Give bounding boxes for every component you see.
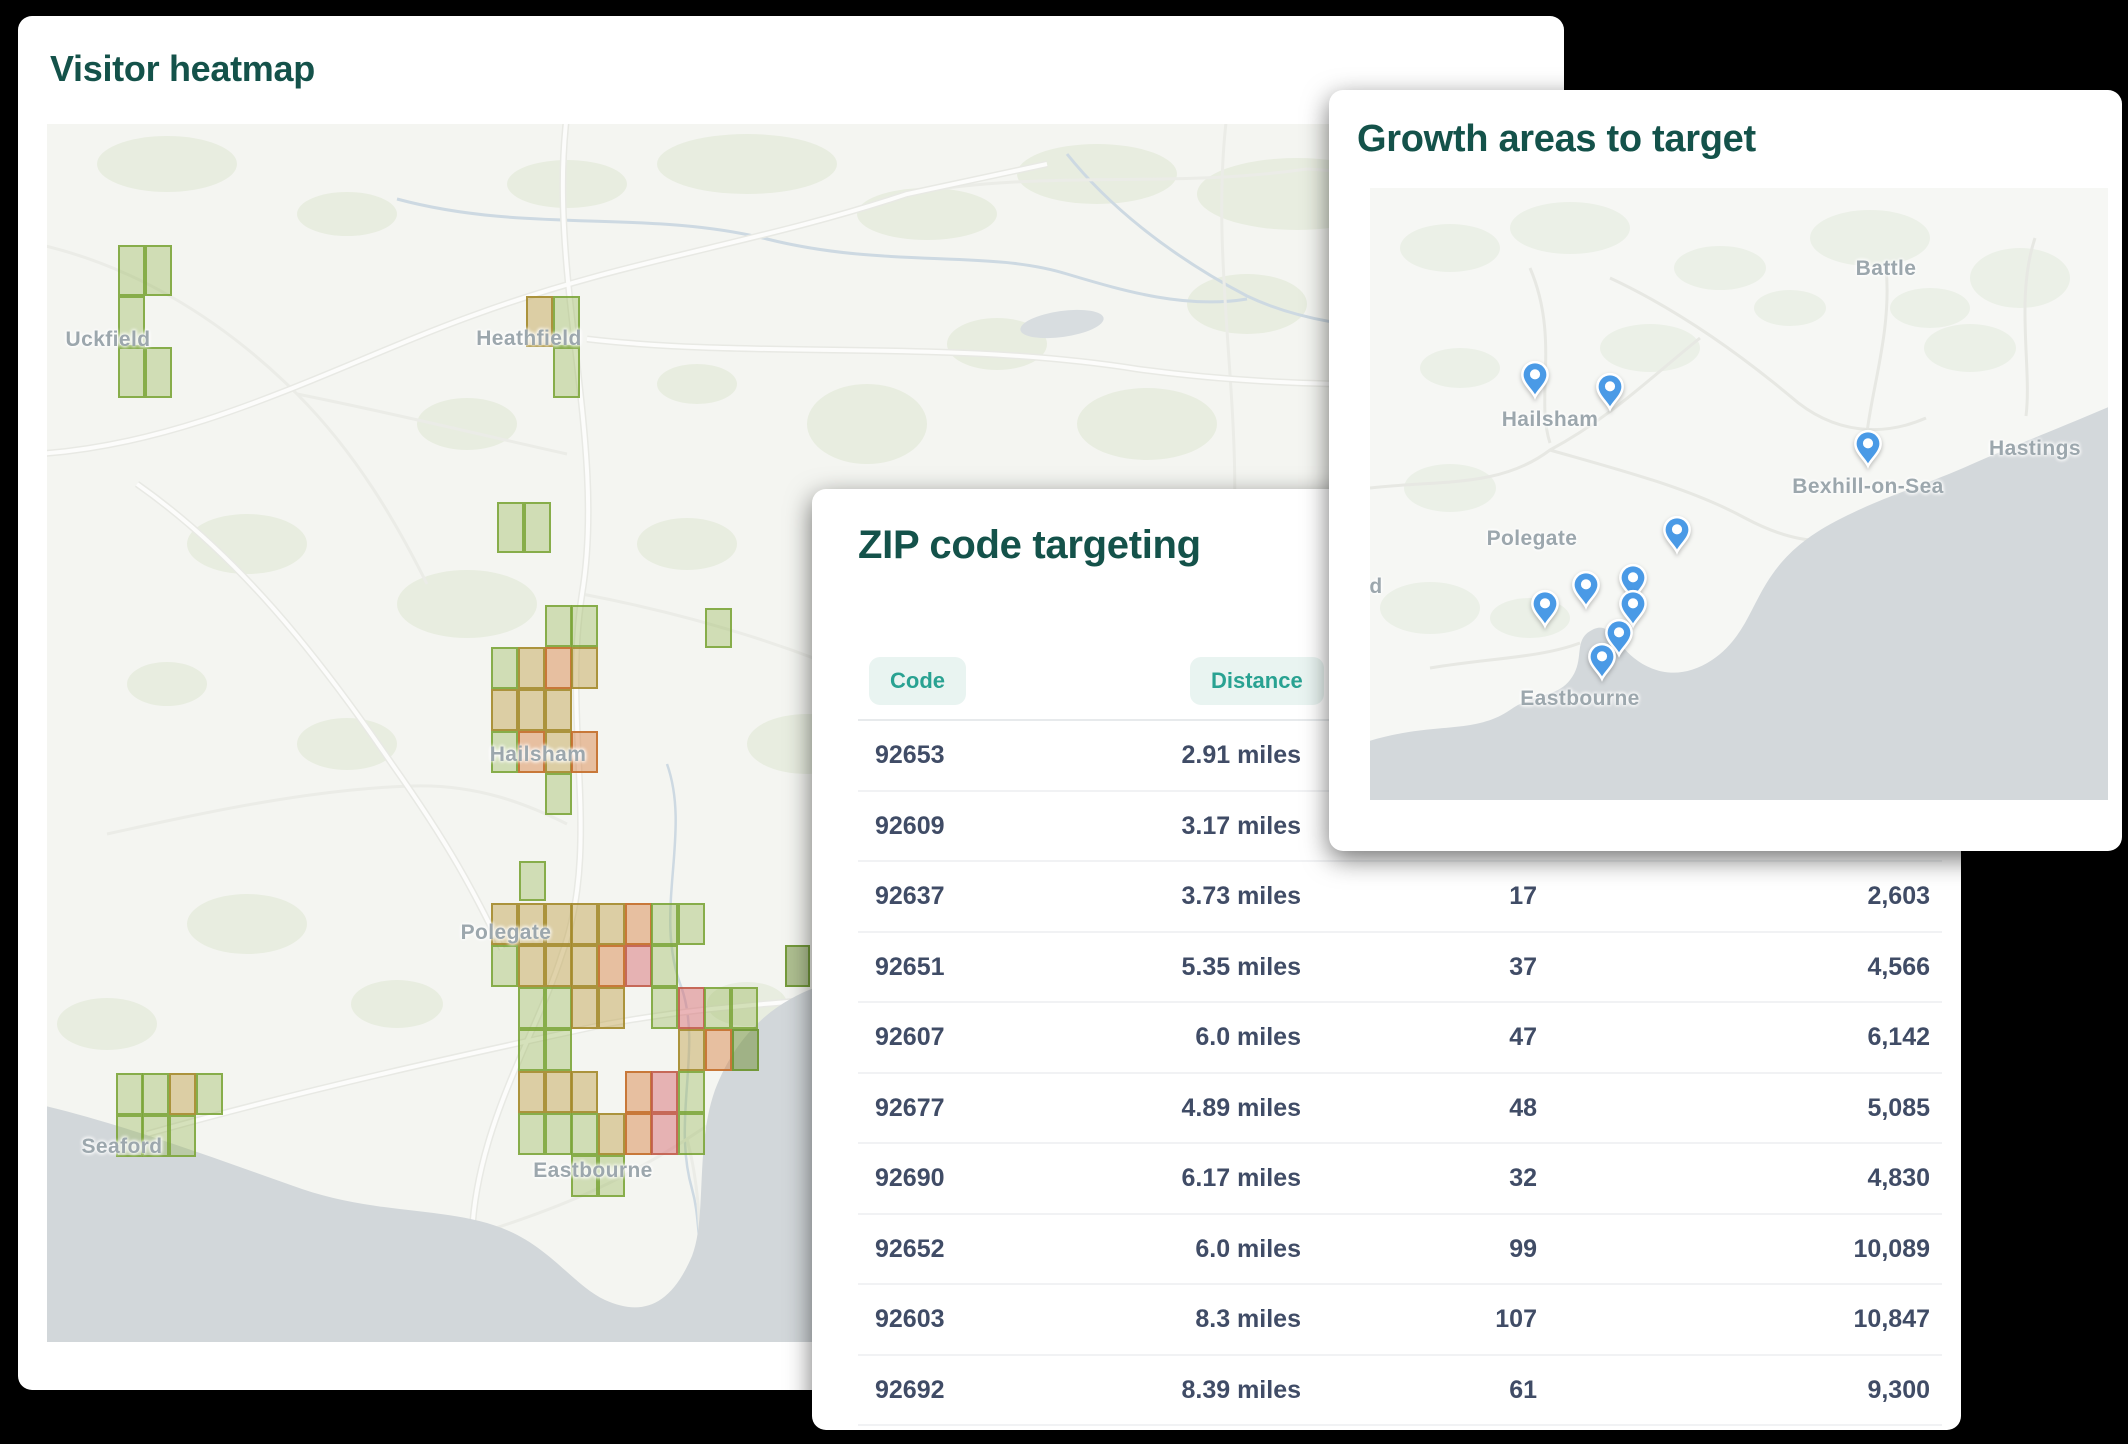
map-pin[interactable] <box>1571 570 1601 610</box>
map-pin[interactable] <box>1587 642 1617 682</box>
column-header-code[interactable]: Code <box>869 657 966 705</box>
metric-b-cell: 5,085 <box>858 1074 1930 1143</box>
metric-b-cell: 6,142 <box>858 1003 1930 1072</box>
table-row: 926076.0 miles476,142 <box>858 1003 1942 1074</box>
metric-b-cell: 9,300 <box>858 1356 1930 1425</box>
map-label: Heathfield <box>476 327 582 351</box>
metric-b-cell: 10,847 <box>858 1285 1930 1354</box>
map-label: Hailsham <box>490 743 587 767</box>
column-header-distance[interactable]: Distance <box>1190 657 1324 705</box>
growth-areas-map[interactable]: BattleHailshamHastingsBexhill-on-SeaPole… <box>1370 188 2108 800</box>
growth-areas-card: Growth areas to target <box>1329 90 2122 851</box>
metric-b-cell: 2,603 <box>858 862 1930 931</box>
map-pin[interactable] <box>1853 429 1883 469</box>
map-pin[interactable] <box>1520 360 1550 400</box>
map-label: Polegate <box>461 921 552 945</box>
map-pin[interactable] <box>1595 372 1625 412</box>
table-row: 926515.35 miles374,566 <box>858 933 1942 1004</box>
map-pin[interactable] <box>1530 589 1560 629</box>
visitor-heatmap-title: Visitor heatmap <box>50 48 315 90</box>
metric-b-cell: 4,566 <box>858 933 1930 1002</box>
map-label: Uckfield <box>66 328 151 352</box>
metric-b-cell: 10,089 <box>858 1215 1930 1284</box>
table-row: 926373.73 miles172,603 <box>858 862 1942 933</box>
table-row: 926928.39 miles619,300 <box>858 1356 1942 1427</box>
map-label: Eastbourne <box>533 1159 653 1183</box>
zip-targeting-title: ZIP code targeting <box>858 523 1201 568</box>
map-label: Seaford <box>82 1135 163 1159</box>
table-row: 926526.0 miles9910,089 <box>858 1215 1942 1286</box>
table-row: 926038.3 miles10710,847 <box>858 1285 1942 1356</box>
table-row: 926906.17 miles324,830 <box>858 1144 1942 1215</box>
table-row: 926774.89 miles485,085 <box>858 1074 1942 1145</box>
growth-areas-title: Growth areas to target <box>1357 118 1756 161</box>
map-pin[interactable] <box>1662 515 1692 555</box>
metric-b-cell: 4,830 <box>858 1144 1930 1213</box>
